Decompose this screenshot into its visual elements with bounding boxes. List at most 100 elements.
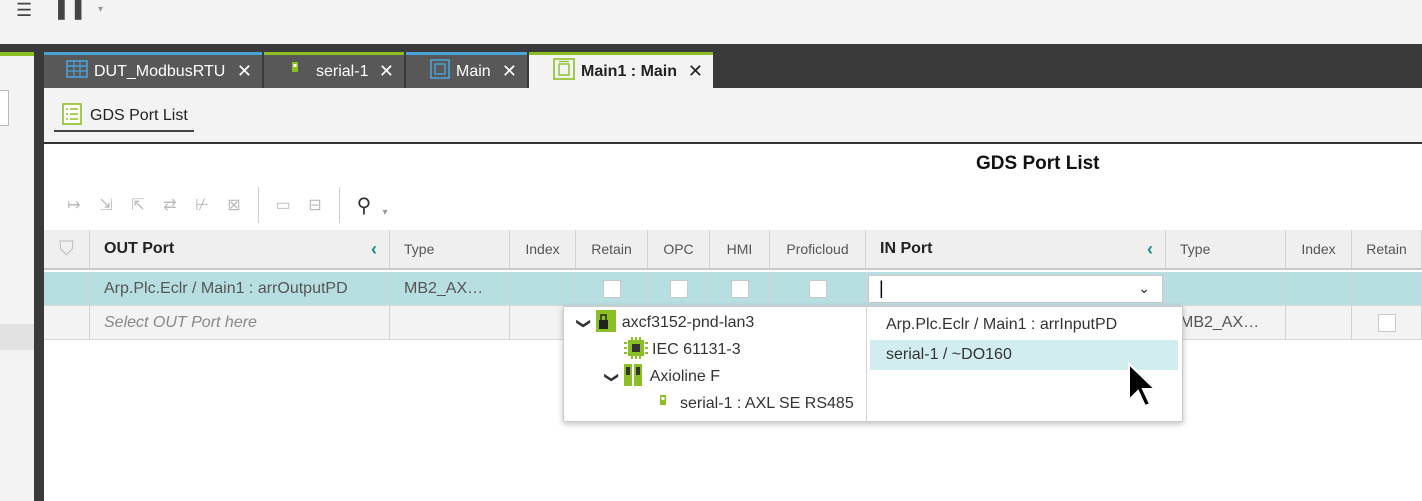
chevron-left-icon[interactable]: ‹ xyxy=(1147,239,1153,260)
column-header-out-port[interactable]: OUT Port ‹ xyxy=(90,230,390,270)
close-icon[interactable]: ✕ xyxy=(237,61,252,82)
chevron-down-icon[interactable]: ⌄ xyxy=(1138,280,1150,297)
column-header-index[interactable]: Index xyxy=(510,230,576,270)
row-handle[interactable] xyxy=(44,306,90,340)
tab-main1-main[interactable]: Main1 : Main ✕ xyxy=(529,52,713,88)
tree-node-controller[interactable]: ❯ axcf3152-pnd-lan3 xyxy=(575,309,755,337)
device-icon xyxy=(660,394,666,414)
column-label: OUT Port xyxy=(104,240,175,257)
delete-connection-icon[interactable]: ⊬ xyxy=(186,192,218,218)
tree-node-iec[interactable]: IEC 61131-3 xyxy=(624,336,741,361)
chevron-left-icon[interactable]: ‹ xyxy=(371,239,377,260)
column-label: IN Port xyxy=(880,240,933,257)
tree-node-label: axcf3152-pnd-lan3 xyxy=(621,314,755,331)
search-icon[interactable]: ⚲ xyxy=(348,192,380,218)
tree-node-axioline[interactable]: ❯ Axioline F xyxy=(603,363,720,391)
toolbar-separator xyxy=(258,187,259,223)
vertical-splitter[interactable] xyxy=(34,52,44,501)
delete-rectangle-icon[interactable]: ⊟ xyxy=(299,192,331,218)
left-panel xyxy=(0,52,34,501)
retain-in-checkbox[interactable] xyxy=(1377,313,1396,332)
axioline-icon xyxy=(623,363,642,391)
index-in-cell xyxy=(1286,272,1352,306)
subtab-gds-port-list[interactable]: GDS Port List xyxy=(54,102,194,132)
connect-in-icon[interactable]: ⇱ xyxy=(122,192,154,218)
column-header-retain[interactable]: Retain xyxy=(576,230,648,270)
in-port-combobox[interactable]: | ⌄ xyxy=(868,274,1163,303)
left-panel-field[interactable] xyxy=(0,90,9,126)
in-port-dropdown: ❯ axcf3152-pnd-lan3 IEC 61131-3 ❯ Axioli… xyxy=(563,306,1183,422)
proficloud-checkbox[interactable] xyxy=(808,279,827,298)
out-port-cell[interactable]: Arp.Plc.Eclr / Main1 : arrOutputPD xyxy=(90,272,390,306)
editor-subbar: GDS Port List xyxy=(44,88,1422,142)
type-in-cell xyxy=(1166,272,1286,306)
controller-icon xyxy=(595,309,616,337)
type-cell: MB2_AX… xyxy=(390,272,510,306)
tree-node-serial-1[interactable]: serial-1 : AXL SE RS485 xyxy=(660,393,854,415)
filter-icon[interactable]: ⛉ xyxy=(44,230,90,270)
retain-checkbox[interactable] xyxy=(602,279,621,298)
editor-tab-strip: DUT_ModbusRTU ✕ serial-1 ✕ Main ✕ Main1 … xyxy=(44,52,1422,88)
close-icon[interactable]: ✕ xyxy=(502,61,517,82)
grid-toolbar: ↦ ⇲ ⇱ ⇄ ⊬ ⊠ ▭ ⊟ ⚲ ▾ xyxy=(58,187,390,223)
tree-node-label: IEC 61131-3 xyxy=(652,341,741,358)
column-header-hmi[interactable]: HMI xyxy=(710,230,770,270)
connect-out-icon[interactable]: ⇲ xyxy=(90,192,122,218)
type-cell xyxy=(390,306,510,340)
index-in-cell xyxy=(1286,306,1352,340)
column-header-type-in[interactable]: Type xyxy=(1166,230,1286,270)
close-icon[interactable]: ✕ xyxy=(379,61,394,82)
mouse-cursor-icon xyxy=(1127,361,1158,412)
dropdown-arrow-icon[interactable]: ▾ xyxy=(380,199,390,225)
rectangle-icon[interactable]: ▭ xyxy=(267,192,299,218)
out-port-placeholder-cell[interactable]: Select OUT Port here xyxy=(90,306,390,340)
tree-node-label: Axioline F xyxy=(649,368,720,385)
proficloud-cell xyxy=(770,272,866,306)
column-header-opc[interactable]: OPC xyxy=(648,230,710,270)
subtab-label: GDS Port List xyxy=(90,107,188,124)
hmi-checkbox[interactable] xyxy=(730,279,749,298)
link-icon[interactable]: ⇄ xyxy=(154,192,186,218)
column-header-index-in[interactable]: Index xyxy=(1286,230,1352,270)
menu-icon[interactable]: ☰ xyxy=(16,0,32,21)
in-port-cell: | ⌄ xyxy=(866,272,1166,306)
index-cell xyxy=(510,272,576,306)
row-handle[interactable] xyxy=(44,272,90,306)
instance-icon xyxy=(553,58,575,85)
left-panel-selected-item[interactable] xyxy=(0,324,34,350)
delete-all-connections-icon[interactable]: ⊠ xyxy=(218,192,250,218)
top-toolbar: ☰ ❚❚ ▾ xyxy=(0,0,1422,44)
column-header-proficloud[interactable]: Proficloud xyxy=(770,230,866,270)
table-icon xyxy=(66,60,88,83)
in-port-input[interactable]: | xyxy=(879,278,884,299)
tab-label: serial-1 xyxy=(316,62,369,80)
opc-cell xyxy=(648,272,710,306)
pause-icon[interactable]: ❚❚ xyxy=(53,0,87,21)
column-header-retain-in[interactable]: Retain xyxy=(1352,230,1422,270)
retain-in-cell xyxy=(1352,306,1422,340)
port-option-arrinputpd[interactable]: Arp.Plc.Eclr / Main1 : arrInputPD xyxy=(870,310,1178,340)
chevron-down-icon[interactable]: ❯ xyxy=(575,317,592,329)
opc-checkbox[interactable] xyxy=(669,279,688,298)
page-title: GDS Port List xyxy=(976,153,1100,174)
dropdown-divider xyxy=(866,307,867,421)
column-header-in-port[interactable]: IN Port ‹ xyxy=(866,230,1166,270)
retain-cell xyxy=(576,272,648,306)
connect-icon[interactable]: ↦ xyxy=(58,192,90,218)
tab-main[interactable]: Main ✕ xyxy=(406,52,527,88)
tab-serial-1[interactable]: serial-1 ✕ xyxy=(264,52,404,88)
tab-label: Main1 : Main xyxy=(581,62,678,80)
tab-dut-modbusrtu[interactable]: DUT_ModbusRTU ✕ xyxy=(44,52,262,88)
left-panel-accent xyxy=(0,52,34,56)
tree-node-label: serial-1 : AXL SE RS485 xyxy=(680,395,854,412)
hmi-cell xyxy=(710,272,770,306)
retain-in-cell xyxy=(1352,272,1422,306)
toolbar-separator xyxy=(339,187,340,223)
device-icon xyxy=(292,62,298,81)
close-icon[interactable]: ✕ xyxy=(688,61,703,82)
column-header-type[interactable]: Type xyxy=(390,230,510,270)
dropdown-arrow-icon[interactable]: ▾ xyxy=(98,4,103,15)
list-icon xyxy=(62,102,82,130)
chevron-down-icon[interactable]: ❯ xyxy=(603,371,620,383)
tab-label: Main xyxy=(456,62,491,80)
